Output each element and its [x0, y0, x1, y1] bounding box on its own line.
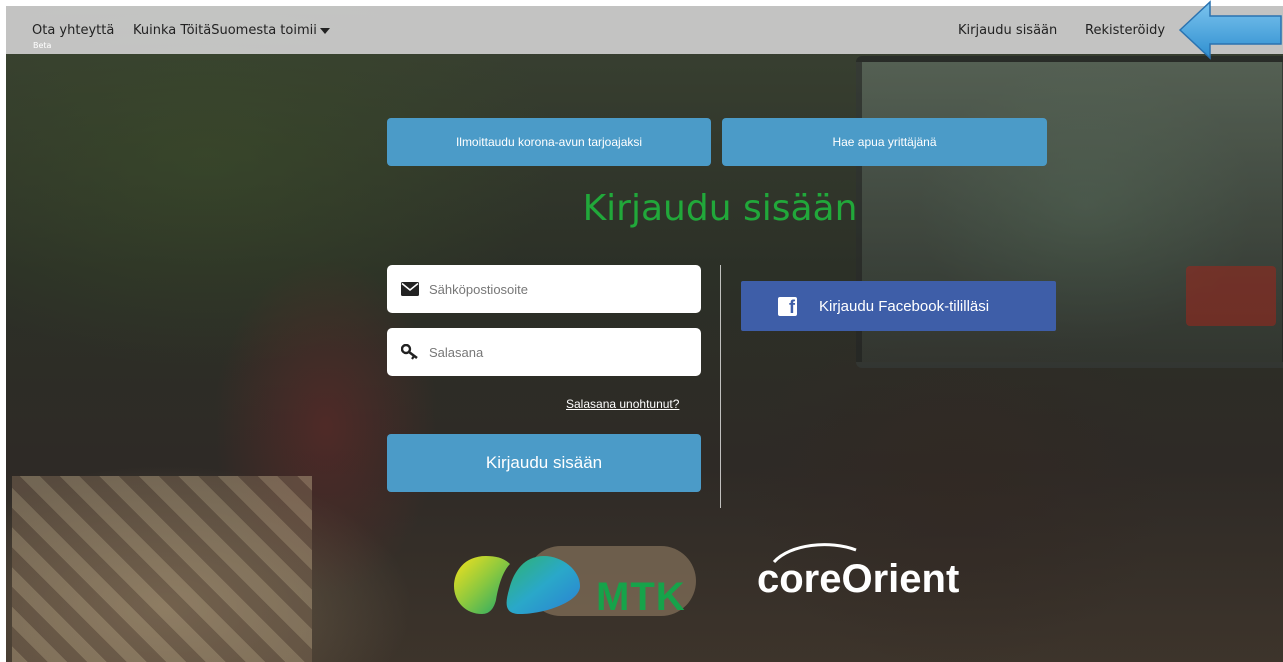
- email-field[interactable]: [387, 265, 701, 313]
- nav-register-link[interactable]: Rekisteröidy: [1085, 23, 1165, 38]
- nav-how-it-works-dropdown[interactable]: Kuinka TöitäSuomesta toimii: [133, 23, 330, 38]
- offer-help-button[interactable]: Ilmoittaudu korona-avun tarjoajaksi: [387, 118, 711, 166]
- mtk-logo-text: MTK: [596, 575, 686, 619]
- caret-down-icon: [319, 27, 330, 34]
- facebook-login-label: Kirjaudu Facebook-tililläsi: [819, 297, 990, 315]
- facebook-icon: f: [778, 296, 797, 317]
- seek-help-button[interactable]: Hae apua yrittäjänä: [722, 118, 1047, 166]
- nav-login-link[interactable]: Kirjaudu sisään: [958, 23, 1057, 38]
- facebook-login-button[interactable]: f Kirjaudu Facebook-tililläsi: [741, 281, 1056, 331]
- beta-badge: Beta: [33, 41, 52, 50]
- login-submit-button[interactable]: Kirjaudu sisään: [387, 434, 701, 492]
- email-input[interactable]: [427, 280, 701, 298]
- coreorient-logo-text: coreOrient: [757, 557, 960, 601]
- password-input[interactable]: [427, 343, 701, 361]
- tractor-detail-image: [1186, 266, 1276, 326]
- key-icon: [401, 344, 418, 360]
- nav-how-it-works-label: Kuinka TöitäSuomesta toimii: [133, 23, 317, 38]
- vertical-divider: [720, 265, 721, 508]
- top-navbar: Ota yhteyttä Beta Kuinka TöitäSuomesta t…: [6, 6, 1283, 54]
- left-arrow-icon: [1178, 0, 1282, 60]
- firewood-pile-image: [12, 476, 312, 662]
- login-title: Kirjaudu sisään: [582, 188, 858, 229]
- mtk-logo-icon: [454, 556, 580, 614]
- forgot-password-link[interactable]: Salasana unohtunut?: [566, 397, 679, 411]
- envelope-icon: [401, 282, 419, 296]
- nav-contact-link[interactable]: Ota yhteyttä: [32, 23, 114, 38]
- password-field[interactable]: [387, 328, 701, 376]
